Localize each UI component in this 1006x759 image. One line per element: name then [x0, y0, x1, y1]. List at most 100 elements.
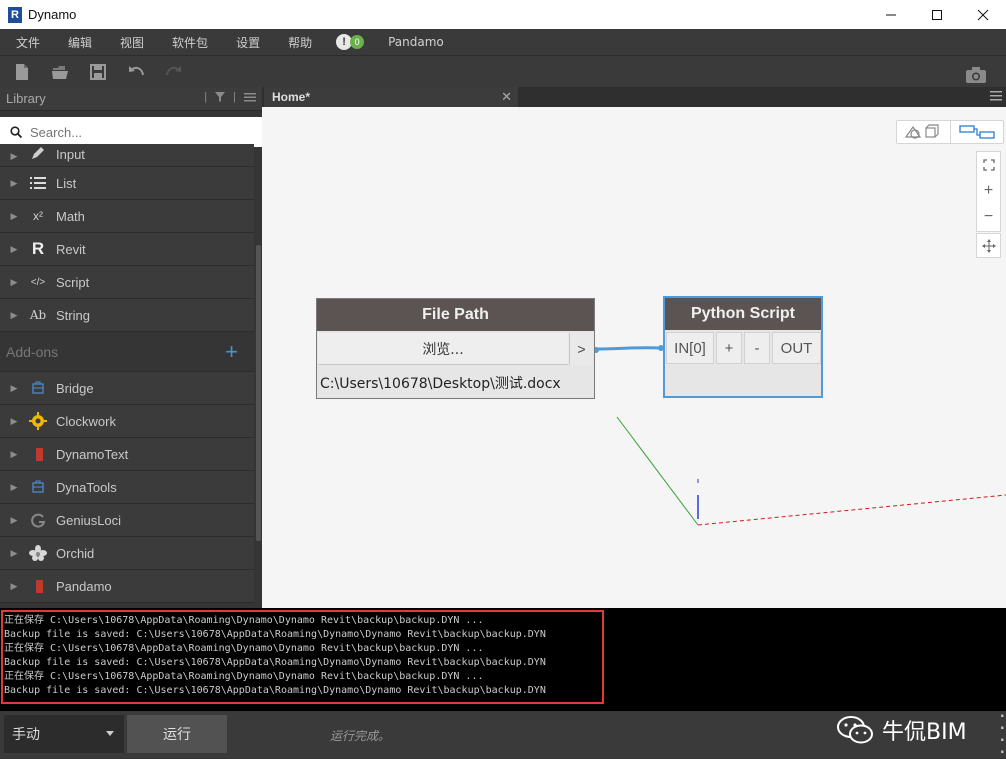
fit-view-button[interactable]: [977, 152, 1000, 178]
console-highlight-box: 正在保存 C:\Users\10678\AppData\Roaming\Dyna…: [1, 610, 604, 704]
expand-arrow-icon: ▶: [10, 276, 18, 287]
screenshot-button[interactable]: [960, 61, 992, 89]
library-item-script[interactable]: ▶ </> Script: [0, 266, 254, 299]
menu-file[interactable]: 文件: [0, 34, 52, 51]
console-line: Backup file is saved: C:\Users\10678\App…: [4, 657, 546, 668]
input-port[interactable]: IN[0]: [666, 332, 714, 364]
book-icon: [28, 577, 48, 595]
open-file-icon: [52, 65, 68, 79]
open-file-button[interactable]: [44, 58, 76, 86]
graph-canvas[interactable]: + − File Path 浏览... > C:\Users\10678\Des…: [262, 107, 1006, 608]
menu-packages[interactable]: 软件包: [156, 34, 220, 51]
file-path-node[interactable]: File Path 浏览... > C:\Users\10678\Desktop…: [316, 298, 595, 399]
library-search[interactable]: [0, 117, 262, 147]
zoom-in-button[interactable]: +: [977, 178, 1000, 204]
menu-edit[interactable]: 编辑: [52, 34, 104, 51]
zoom-controls: + −: [976, 151, 1001, 232]
console-panel: 正在保存 C:\Users\10678\AppData\Roaming\Dyna…: [0, 608, 1006, 711]
tab-close-icon[interactable]: ✕: [501, 87, 512, 107]
library-panel: Library | | ▶ Input ▶ List ▶ x²: [0, 87, 262, 608]
close-window-button[interactable]: [960, 0, 1006, 29]
library-item-bridge[interactable]: ▶ Bridge: [0, 372, 254, 405]
pan-icon: [981, 238, 996, 253]
code-icon: </>: [30, 276, 46, 288]
resize-grip-icon[interactable]: ▪ ▪ ▪ ▪: [1000, 711, 1004, 759]
library-item-math[interactable]: ▶ x² Math: [0, 200, 254, 233]
zoom-out-button[interactable]: −: [977, 204, 1000, 230]
save-button[interactable]: [82, 58, 114, 86]
title-bar: R Dynamo: [0, 0, 1006, 29]
library-item-input[interactable]: ▶ Input: [0, 144, 254, 167]
node-title: File Path: [317, 299, 594, 331]
addons-title: Add-ons: [6, 343, 59, 360]
workspace-tab-bar: Home* ✕: [262, 87, 1006, 107]
pan-button[interactable]: [976, 233, 1001, 258]
package-icon: [28, 379, 48, 397]
library-scrollbar-thumb[interactable]: [256, 245, 261, 541]
menu-view[interactable]: 视图: [104, 34, 156, 51]
library-item-label: String: [56, 307, 90, 323]
minimize-button[interactable]: [868, 0, 914, 29]
save-icon: [90, 63, 106, 80]
expand-arrow-icon: ▶: [10, 309, 18, 320]
library-scrollbar[interactable]: [254, 149, 262, 608]
search-icon: [10, 126, 22, 138]
flower-icon: [28, 544, 48, 562]
library-tools: | |: [204, 91, 256, 103]
add-package-button[interactable]: +: [225, 339, 238, 365]
filter-icon[interactable]: [215, 91, 226, 103]
book-icon: [28, 445, 48, 463]
add-input-button[interactable]: +: [716, 332, 742, 364]
expand-arrow-icon: ▶: [10, 415, 18, 426]
remove-input-button[interactable]: -: [744, 332, 770, 364]
graph-view-button[interactable]: [949, 121, 1004, 143]
graph-view-icon: [959, 125, 995, 139]
python-script-node[interactable]: Python Script IN[0] + - OUT: [663, 296, 823, 398]
library-item-label: DynaTools: [56, 479, 117, 495]
tab-home[interactable]: Home* ✕: [264, 87, 518, 107]
expand-arrow-icon: ▶: [10, 382, 18, 393]
chevron-down-icon: [106, 731, 114, 736]
undo-button[interactable]: [120, 58, 152, 86]
expand-arrow-icon: ▶: [10, 580, 18, 591]
math-icon: x²: [33, 209, 43, 223]
expand-arrow-icon: ▶: [10, 243, 18, 254]
library-item-geniusloci[interactable]: ▶ GeniusLoci: [0, 504, 254, 537]
library-item-list[interactable]: ▶ List: [0, 167, 254, 200]
library-item-label: GeniusLoci: [56, 512, 122, 528]
redo-button[interactable]: [158, 58, 190, 86]
output-port[interactable]: OUT: [772, 332, 821, 364]
output-port[interactable]: >: [569, 333, 593, 365]
background-preview-button[interactable]: [897, 121, 950, 143]
run-button[interactable]: 运行: [127, 715, 227, 753]
browse-button[interactable]: 浏览...: [318, 333, 568, 365]
library-item-dynamotext[interactable]: ▶ DynamoText: [0, 438, 254, 471]
notification-count: 0: [350, 35, 365, 49]
menu-help[interactable]: 帮助: [272, 34, 324, 51]
gear-icon: [28, 412, 48, 430]
library-title: Library: [6, 91, 46, 106]
library-item-dynatools[interactable]: ▶ DynaTools: [0, 471, 254, 504]
new-file-button[interactable]: [6, 58, 38, 86]
menu-pandamo[interactable]: Pandamo: [384, 35, 456, 49]
revit-icon: R: [31, 239, 45, 258]
library-item-label: Math: [56, 208, 85, 224]
close-icon: [977, 9, 989, 20]
library-item-pandamo[interactable]: ▶ Pandamo: [0, 570, 254, 603]
g-icon: [28, 511, 48, 529]
library-item-string[interactable]: ▶ Ab String: [0, 299, 254, 332]
list-view-icon[interactable]: [244, 91, 256, 103]
console-line: Backup file is saved: C:\Users\10678\App…: [4, 685, 546, 696]
library-item-revit[interactable]: ▶ R Revit: [0, 233, 254, 266]
run-mode-select[interactable]: 手动: [4, 715, 124, 753]
maximize-button[interactable]: [914, 0, 960, 29]
3d-view-icon: [905, 124, 939, 139]
menu-settings[interactable]: 设置: [220, 34, 272, 51]
library-item-clockwork[interactable]: ▶ Clockwork: [0, 405, 254, 438]
library-item-orchid[interactable]: ▶ Orchid: [0, 537, 254, 570]
expand-arrow-icon: ▶: [10, 448, 18, 459]
notification-button[interactable]: ! 0: [336, 34, 365, 50]
search-input[interactable]: [30, 124, 230, 140]
fit-view-icon: [982, 159, 995, 171]
tab-menu-icon[interactable]: [990, 90, 1002, 102]
